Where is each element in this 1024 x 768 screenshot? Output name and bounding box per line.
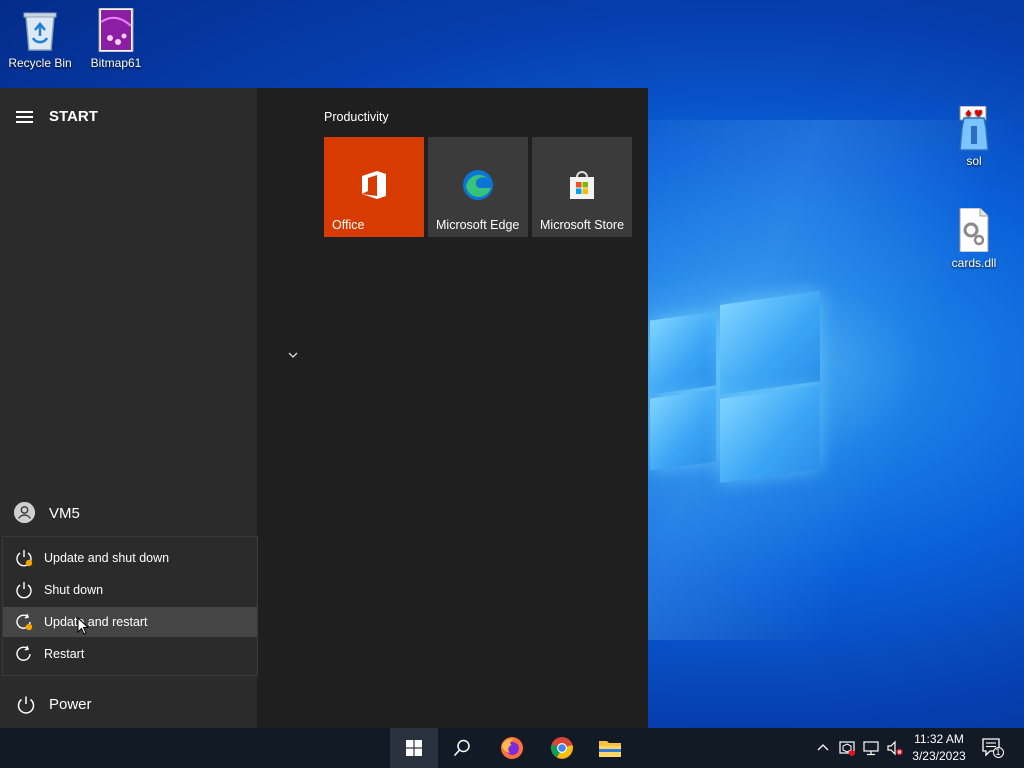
tile-microsoft-edge[interactable]: Microsoft Edge — [428, 137, 528, 237]
restart-icon — [15, 645, 33, 663]
tile-label: Microsoft Store — [540, 218, 625, 232]
tile-group-title: Productivity — [324, 110, 389, 124]
shut-down-item[interactable]: Shut down — [3, 575, 257, 605]
power-icon — [15, 581, 33, 599]
user-name: VM5 — [49, 505, 80, 522]
windows-icon — [406, 740, 422, 756]
search-icon — [453, 739, 470, 757]
power-icon — [16, 695, 36, 715]
security-status-icon — [839, 741, 855, 756]
menu-item-label: Update and restart — [44, 615, 148, 629]
tile-microsoft-store[interactable]: Microsoft Store — [532, 137, 632, 237]
menu-item-label: Update and shut down — [44, 551, 170, 565]
start-menu-left-pane: START VM5 Update and shut down Shut down… — [0, 88, 258, 728]
file-explorer-button[interactable] — [586, 728, 634, 768]
desktop-icon-label: sol — [966, 154, 982, 168]
office-icon — [358, 169, 390, 201]
wallpaper-windows-logo — [648, 290, 824, 484]
desktop-icon-label: Recycle Bin — [8, 56, 72, 70]
start-menu: START VM5 Update and shut down Shut down… — [0, 88, 648, 728]
update-and-shut-down-item[interactable]: Update and shut down — [3, 543, 257, 573]
taskbar-clock[interactable]: 11:32 AM 3/23/2023 — [906, 731, 972, 765]
menu-item-label: Restart — [44, 647, 85, 661]
desktop-icon-label: Bitmap61 — [90, 56, 142, 70]
firefox-icon — [501, 737, 523, 759]
solitaire-icon: ♦ ♥ — [954, 105, 994, 151]
clock-date: 3/23/2023 — [912, 749, 966, 763]
desktop-icon-label: cards.dll — [951, 256, 997, 270]
action-center-button[interactable]: 1 — [978, 736, 1008, 762]
user-account-button[interactable]: VM5 — [0, 496, 257, 530]
power-options-menu: Update and shut down Shut down Update an… — [2, 536, 258, 676]
desktop-icon-sol[interactable]: ♦ ♥ sol — [934, 105, 1014, 168]
chevron-up-icon — [817, 744, 829, 751]
notification-icon — [982, 738, 1004, 758]
update-and-restart-item[interactable]: Update and restart — [3, 607, 257, 637]
power-update-icon — [15, 549, 33, 567]
desktop-icon-recycle-bin[interactable]: Recycle Bin — [0, 8, 80, 70]
chevron-down-icon[interactable] — [288, 350, 298, 362]
edge-icon — [462, 169, 494, 201]
taskbar: 11:32 AM 3/23/2023 1 — [0, 728, 1024, 768]
notification-count: 1 — [995, 747, 1001, 757]
restart-update-icon — [15, 613, 33, 631]
power-button[interactable]: Power — [0, 688, 257, 722]
store-icon — [566, 169, 598, 201]
start-menu-title: START — [49, 108, 98, 125]
volume-muted-icon — [887, 740, 903, 756]
folder-icon — [599, 741, 621, 757]
power-label: Power — [49, 696, 92, 713]
dll-file-icon — [954, 207, 994, 253]
desktop-icon-cards-dll[interactable]: cards.dll — [934, 207, 1014, 270]
restart-item[interactable]: Restart — [3, 639, 257, 669]
recycle-bin-icon — [20, 8, 60, 52]
firefox-button[interactable] — [488, 728, 536, 768]
tile-label: Office — [332, 218, 365, 232]
start-button[interactable] — [390, 728, 438, 768]
clock-time: 11:32 AM — [914, 732, 964, 746]
menu-item-label: Shut down — [44, 583, 104, 597]
chrome-icon — [551, 737, 573, 759]
mouse-cursor-icon — [77, 617, 89, 635]
chrome-button[interactable] — [538, 728, 586, 768]
tile-label: Microsoft Edge — [436, 218, 520, 232]
desktop-icon-bitmap61[interactable]: Bitmap61 — [76, 7, 156, 70]
hamburger-menu-icon[interactable] — [16, 111, 33, 126]
user-avatar-icon — [14, 502, 35, 523]
search-button[interactable] — [438, 728, 486, 768]
tile-office[interactable]: Office — [324, 137, 424, 237]
network-icon — [863, 741, 879, 756]
bitmap-file-icon — [96, 7, 136, 53]
